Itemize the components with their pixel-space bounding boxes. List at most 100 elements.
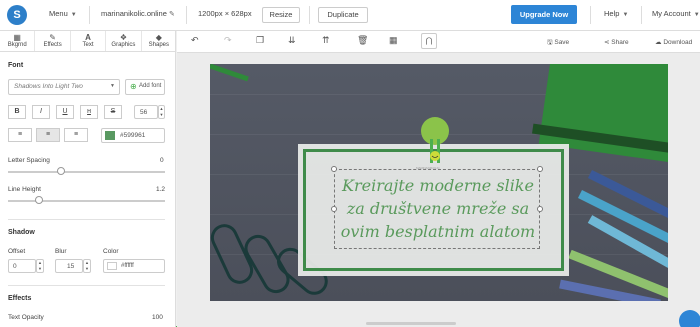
save-button[interactable]: 🖫 Save <box>547 38 569 49</box>
divider <box>89 6 90 24</box>
menu-label: Menu <box>49 9 68 18</box>
layer-up-icon[interactable]: ⇈ <box>322 35 330 46</box>
quote-line: za društvene mreže sa <box>346 199 530 218</box>
effects-icon: ✎ <box>49 33 56 42</box>
graphics-icon: ❖ <box>119 33 127 42</box>
tree-logo-icon[interactable] <box>415 114 455 169</box>
shadow-blur-stepper[interactable]: ▲ ▼ <box>83 259 91 273</box>
tab-text[interactable]: A Text <box>71 31 107 51</box>
bold-button[interactable]: B <box>8 105 26 119</box>
underline-button[interactable]: U <box>56 105 74 119</box>
editor-toolbar: ↶ ↷ ❐ ⇊ ⇈ 🗑 ▦ ⋂ 🖫 Save ⋖ Share ☁ Downloa… <box>177 31 700 53</box>
italic-button[interactable]: I <box>32 105 50 119</box>
share-button[interactable]: ⋖ Share <box>604 38 629 46</box>
align-right-button[interactable]: ≡ <box>64 128 88 142</box>
chevron-down-icon: ▼ <box>693 12 700 18</box>
account-menu[interactable]: My Account ▼ <box>652 9 700 18</box>
blur-label: Blur <box>55 248 67 255</box>
add-font-button[interactable]: ⊕ Add font <box>125 79 165 95</box>
save-label: Save <box>554 39 570 46</box>
resize-button[interactable]: Resize <box>262 7 300 23</box>
trash-icon[interactable]: 🗑 <box>357 35 368 46</box>
help-menu[interactable]: Help ▼ <box>604 9 628 18</box>
top-bar: S Menu ▼ marinanikolic.online ✎ 1200px × … <box>0 0 700 31</box>
line-height-value: 1.2 <box>156 186 166 193</box>
layer-down-icon[interactable]: ⇊ <box>288 35 296 46</box>
undo-icon[interactable]: ↶ <box>191 35 199 46</box>
help-label: Help <box>604 9 620 18</box>
color-swatch <box>105 131 115 140</box>
resize-handle-top-left[interactable] <box>331 166 337 172</box>
font-family-value: Shadows Into Light Two <box>14 83 83 90</box>
chat-help-icon[interactable] <box>679 310 700 327</box>
divider <box>186 6 187 24</box>
properties-panel: ▦ Bkgrnd ✎ Effects A Text ❖ Graphics ◆ Shapes… <box>0 31 176 327</box>
align-left-button[interactable]: ≡ <box>8 128 32 142</box>
quote-text[interactable]: Kreirajte moderne slike za društvene mre… <box>338 174 538 243</box>
tab-label: Effects <box>43 42 62 48</box>
download-button[interactable]: ☁ Download <box>655 38 692 46</box>
app-logo[interactable]: S <box>7 5 27 25</box>
color-label: Color <box>103 248 119 255</box>
shadow-section-title: Shadow <box>8 229 35 236</box>
upgrade-button[interactable]: Upgrade Now <box>511 5 577 24</box>
strikethrough-button[interactable]: S <box>104 105 122 119</box>
background-icon: ▦ <box>13 33 21 42</box>
design-canvas[interactable]: MARINANIKOLIC Kreirajte moderne slike za… <box>210 64 668 301</box>
tab-effects[interactable]: ✎ Effects <box>35 31 71 51</box>
shadow-blur-input[interactable]: 15 <box>55 259 83 273</box>
resize-handle-left[interactable] <box>331 206 337 212</box>
divider <box>641 6 642 24</box>
shadow-offset-value: 0 <box>13 263 17 270</box>
effects-section-title: Effects <box>8 295 32 302</box>
align-center-button[interactable]: ≡ <box>36 128 60 142</box>
quote-line: ovim besplatnim alatom <box>340 222 536 241</box>
quote-line: Kreirajte moderne slike <box>342 176 534 195</box>
menu-button[interactable]: Menu ▼ <box>49 9 77 18</box>
resize-handle-top-right[interactable] <box>537 166 543 172</box>
letter-spacing-slider-handle[interactable] <box>57 167 65 175</box>
document-name[interactable]: marinanikolic.online ✎ <box>101 9 175 18</box>
text-icon: A <box>85 33 91 42</box>
color-swatch <box>107 262 117 270</box>
tab-graphics[interactable]: ❖ Graphics <box>106 31 142 51</box>
share-icon: ⋖ <box>604 39 610 46</box>
tab-background[interactable]: ▦ Bkgrnd <box>0 31 36 51</box>
font-size-stepper[interactable]: ▲ ▼ <box>158 105 165 119</box>
line-height-label: Line Height <box>8 186 41 193</box>
shapes-icon: ◆ <box>155 33 162 42</box>
text-opacity-label: Text Opacity <box>8 314 44 321</box>
letter-spacing-label: Letter Spacing <box>8 157 50 164</box>
horizontal-scrollbar[interactable] <box>366 322 456 325</box>
chevron-down-icon: ▼ <box>622 12 629 18</box>
canvas-dimensions: 1200px × 628px <box>198 9 252 18</box>
shadow-color-value: #ffffff <box>121 263 134 269</box>
grid-icon[interactable]: ▦ <box>389 35 398 46</box>
line-height-slider[interactable] <box>8 200 165 202</box>
line-height-slider-handle[interactable] <box>35 196 43 204</box>
font-size-input[interactable]: 56 <box>134 105 158 119</box>
text-color-picker[interactable]: #599961 <box>101 128 165 143</box>
chevron-down-icon: ▼ <box>70 12 77 18</box>
shadow-offset-stepper[interactable]: ▲ ▼ <box>36 259 44 273</box>
share-label: Share <box>611 39 629 46</box>
account-label: My Account <box>652 9 691 18</box>
tab-label: Graphics <box>111 42 136 48</box>
duplicate-button[interactable]: Duplicate <box>318 7 368 23</box>
letter-spacing-slider[interactable] <box>8 171 165 173</box>
magnet-icon[interactable]: ⋂ <box>421 33 437 49</box>
redo-icon[interactable]: ↷ <box>224 35 232 46</box>
shadow-color-picker[interactable]: #ffffff <box>103 259 165 273</box>
add-font-label: Add font <box>139 83 162 89</box>
font-family-select[interactable]: Shadows Into Light Two ▼ <box>8 79 120 95</box>
uppercase-button[interactable]: ʜ <box>80 105 98 119</box>
font-section-title: Font <box>8 62 24 69</box>
plus-circle-icon: ⊕ <box>130 82 137 91</box>
duplicate-icon[interactable]: ❐ <box>256 35 264 46</box>
tab-label: Shapes <box>148 42 169 48</box>
tab-shapes[interactable]: ◆ Shapes <box>142 31 176 51</box>
shadow-offset-input[interactable]: 0 <box>8 259 36 273</box>
divider <box>590 6 591 24</box>
divider <box>309 6 310 24</box>
divider <box>8 219 165 220</box>
